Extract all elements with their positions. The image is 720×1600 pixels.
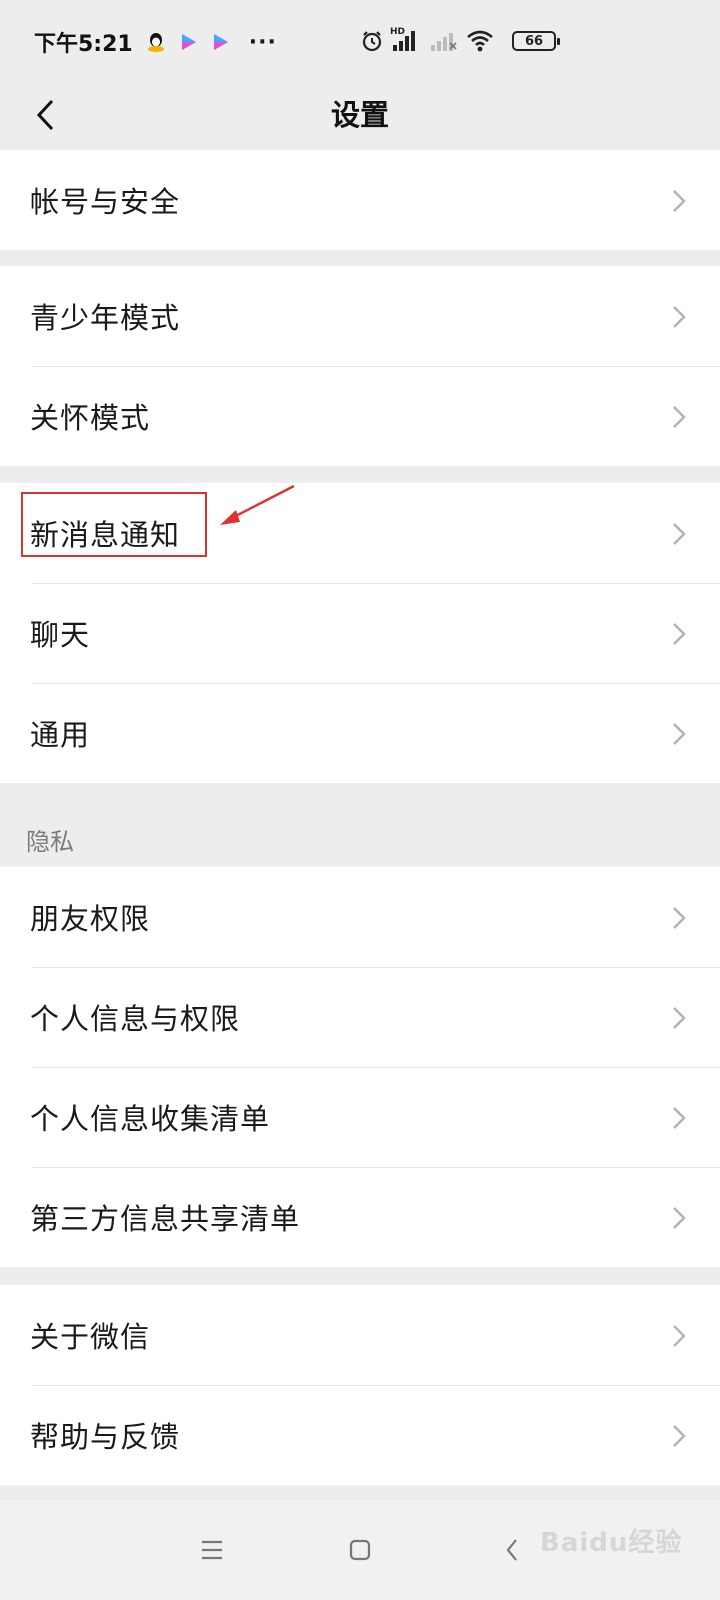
setting-item-personal-info-collection-list[interactable]: 个人信息收集清单 — [0, 1067, 720, 1167]
setting-item-label: 关于微信 — [30, 1320, 151, 1354]
setting-item-care-mode[interactable]: 关怀模式 — [0, 366, 720, 466]
title-bar: 设置 — [0, 84, 720, 150]
setting-item-third-party-sharing-list[interactable]: 第三方信息共享清单 — [0, 1167, 720, 1267]
battery-level: 66 — [524, 33, 544, 49]
setting-item-label: 个人信息收集清单 — [30, 1102, 271, 1136]
section-header-privacy: 隐私 — [26, 828, 74, 856]
page-title: 设置 — [330, 98, 389, 132]
qq-icon — [145, 31, 167, 53]
settings-group-general: 新消息通知 聊天 通用 — [0, 483, 720, 783]
setting-item-new-message-notification[interactable]: 新消息通知 — [0, 483, 720, 583]
settings-group-account: 帐号与安全 — [0, 150, 720, 250]
status-bar: 下午5:21 ··· HD 66 — [0, 0, 720, 84]
setting-item-label: 新消息通知 — [30, 518, 181, 552]
status-time: 下午5:21 — [34, 32, 133, 57]
settings-group-privacy: 朋友权限 个人信息与权限 个人信息收集清单 第三方信息共享清单 — [0, 867, 720, 1267]
row-divider — [32, 1385, 720, 1386]
home-button[interactable] — [342, 1532, 378, 1568]
setting-item-chat[interactable]: 聊天 — [0, 583, 720, 683]
wifi-icon — [466, 29, 494, 57]
chevron-right-icon — [673, 723, 686, 745]
menu-button[interactable] — [194, 1532, 230, 1568]
signal-icon-2 — [428, 29, 458, 57]
system-nav-bar: Baidu经验 — [0, 1500, 720, 1600]
chevron-right-icon — [673, 190, 686, 212]
setting-item-label: 个人信息与权限 — [30, 1002, 241, 1036]
row-divider — [32, 1167, 720, 1168]
nav-back-icon — [506, 1539, 517, 1561]
menu-icon — [202, 1540, 222, 1560]
chevron-right-icon — [673, 306, 686, 328]
setting-item-teen-mode[interactable]: 青少年模式 — [0, 266, 720, 366]
chevron-right-icon — [673, 1007, 686, 1029]
chevron-right-icon — [673, 1107, 686, 1129]
baidu-watermark: Baidu经验 — [540, 1528, 683, 1558]
chevron-right-icon — [673, 1325, 686, 1347]
settings-group-modes: 青少年模式 关怀模式 — [0, 266, 720, 466]
chevron-right-icon — [673, 1207, 686, 1229]
chevron-right-icon — [673, 623, 686, 645]
nav-back-button[interactable] — [494, 1532, 530, 1568]
chevron-right-icon — [673, 1425, 686, 1447]
home-icon — [349, 1539, 371, 1561]
chevron-right-icon — [673, 523, 686, 545]
row-divider — [32, 583, 720, 584]
setting-item-label: 帮助与反馈 — [30, 1420, 181, 1454]
setting-item-about-wechat[interactable]: 关于微信 — [0, 1285, 720, 1385]
chevron-right-icon — [673, 406, 686, 428]
setting-item-general[interactable]: 通用 — [0, 683, 720, 783]
row-divider — [32, 366, 720, 367]
setting-item-label: 聊天 — [30, 618, 91, 652]
setting-item-friend-permissions[interactable]: 朋友权限 — [0, 867, 720, 967]
settings-group-about: 关于微信 帮助与反馈 — [0, 1285, 720, 1485]
setting-item-label: 通用 — [30, 718, 91, 752]
setting-item-label: 帐号与安全 — [30, 185, 181, 219]
setting-item-help-feedback[interactable]: 帮助与反馈 — [0, 1385, 720, 1485]
setting-item-label: 朋友权限 — [30, 902, 151, 936]
row-divider — [32, 683, 720, 684]
more-notifications-icon: ··· — [248, 29, 277, 55]
row-divider — [32, 967, 720, 968]
alarm-icon — [360, 29, 384, 57]
battery-icon: 66 — [512, 31, 560, 51]
setting-item-label: 第三方信息共享清单 — [30, 1202, 301, 1236]
setting-item-label: 青少年模式 — [30, 301, 181, 335]
hd-label: HD — [390, 27, 406, 37]
hd-signal-icon: HD — [390, 27, 420, 57]
setting-item-label: 关怀模式 — [30, 401, 151, 435]
setting-item-account-security[interactable]: 帐号与安全 — [0, 150, 720, 250]
setting-item-personal-info-permissions[interactable]: 个人信息与权限 — [0, 967, 720, 1067]
chevron-right-icon — [673, 907, 686, 929]
video-app-icon — [177, 31, 199, 53]
row-divider — [32, 1067, 720, 1068]
video-app-icon-2 — [209, 31, 231, 53]
